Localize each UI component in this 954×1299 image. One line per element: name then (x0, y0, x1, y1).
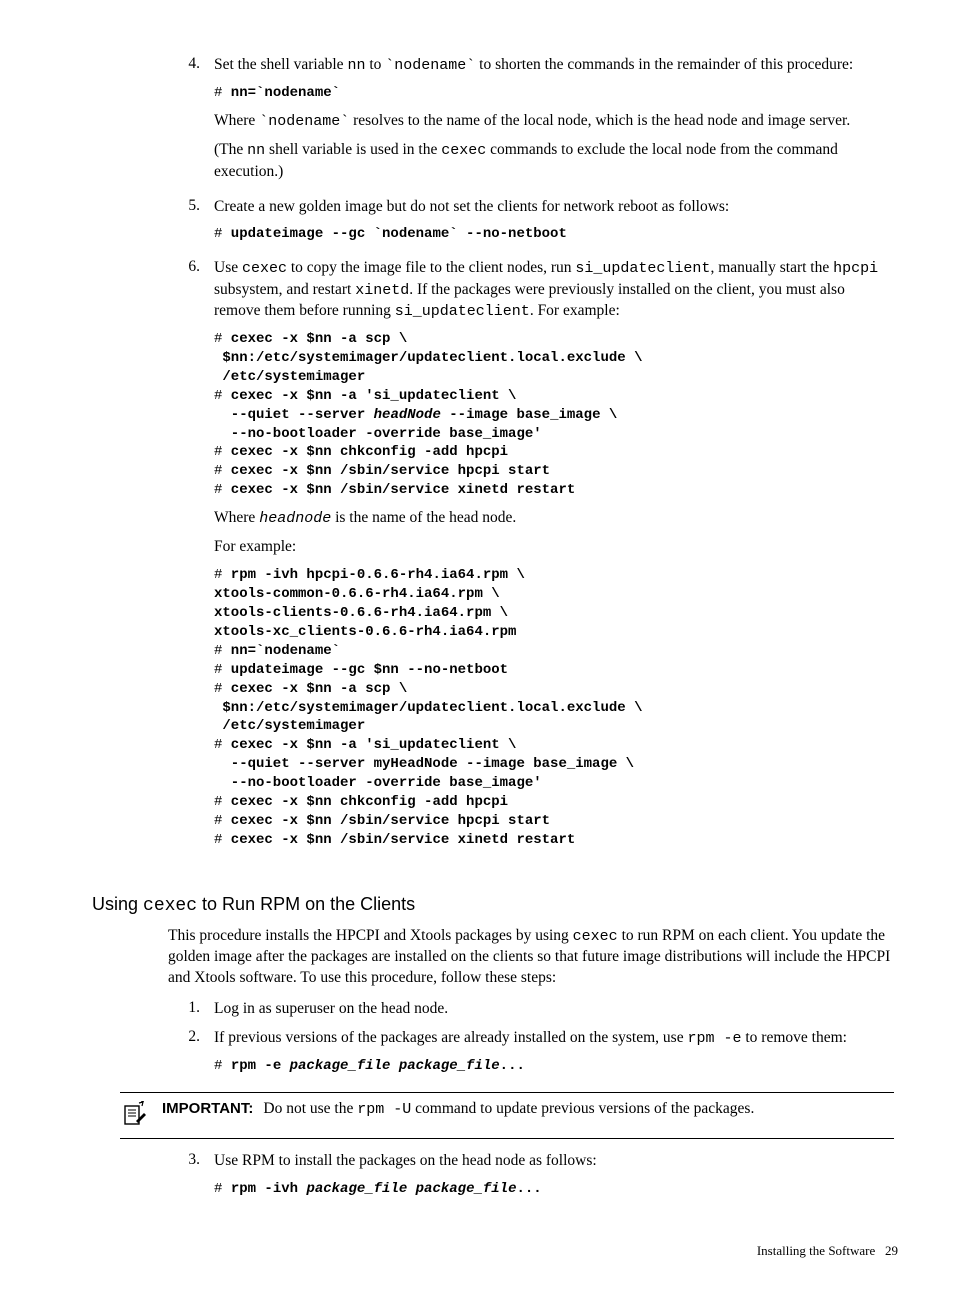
code: headnode (259, 510, 331, 527)
code: si_updateclient (395, 303, 530, 320)
heading-text: Using (92, 894, 143, 914)
code-cmd: rpm -ivh (231, 1181, 307, 1197)
text: to shorten the commands in the remainder… (475, 56, 853, 73)
code: si_updateclient (575, 260, 710, 277)
text: . For example: (530, 302, 620, 319)
code: rpm -U (357, 1101, 411, 1118)
step-body: Use cexec to copy the image file to the … (214, 258, 894, 857)
text: shell variable is used in the (265, 141, 441, 158)
step-body: Use RPM to install the packages on the h… (214, 1151, 894, 1207)
heading-code: cexec (143, 896, 197, 916)
code-cmd: nn=`nodename` (222, 85, 340, 101)
step-body: Set the shell variable nn to `nodename` … (214, 55, 894, 191)
code-block: # cexec -x $nn -a scp \ $nn:/etc/systemi… (214, 330, 894, 500)
code: cexec (441, 142, 486, 159)
text: Where (214, 509, 259, 526)
step-num: 6. (168, 258, 214, 857)
code-args: package_file package_file (306, 1181, 516, 1197)
text: resolves to the name of the local node, … (349, 112, 850, 129)
section-heading: Using cexec to Run RPM on the Clients (92, 894, 894, 916)
code: cexec (573, 928, 618, 945)
page-footer: Installing the Software 29 (60, 1243, 898, 1259)
step-2: 2. If previous versions of the packages … (168, 1028, 894, 1084)
code-prefix: # (214, 1058, 231, 1074)
heading-text: to Run RPM on the Clients (197, 894, 415, 914)
text: For example: (214, 537, 894, 558)
text: , manually start the (710, 259, 833, 276)
page-number: 29 (885, 1243, 898, 1258)
text: Do not use the (263, 1100, 357, 1117)
text: Set the shell variable (214, 56, 347, 73)
text: to copy the image file to the client nod… (287, 259, 575, 276)
code-block: # updateimage --gc `nodename` --no-netbo… (214, 225, 894, 244)
code: nn (347, 57, 365, 74)
text: Where (214, 112, 259, 129)
footer-label: Installing the Software (757, 1243, 875, 1258)
section-intro: This procedure installs the HPCPI and Xt… (168, 926, 894, 989)
step-1: 1. Log in as superuser on the head node. (168, 999, 894, 1022)
step-num: 2. (168, 1028, 214, 1084)
important-callout: IMPORTANT: Do not use the rpm -U command … (120, 1092, 894, 1139)
code: rpm -e (687, 1030, 741, 1047)
text: Use RPM to install the packages on the h… (214, 1151, 894, 1172)
code: hpcpi (833, 260, 878, 277)
code-prefix: # (214, 1181, 231, 1197)
text: subsystem, and restart (214, 281, 355, 298)
code-cmd: updateimage --gc `nodename` --no-netboot (222, 226, 566, 242)
text: Create a new golden image but do not set… (214, 197, 894, 218)
step-3: 3. Use RPM to install the packages on th… (168, 1151, 894, 1207)
text: to remove them: (741, 1029, 846, 1046)
code: `nodename` (385, 57, 475, 74)
step-6: 6. Use cexec to copy the image file to t… (168, 258, 894, 857)
text: This procedure installs the HPCPI and Xt… (168, 927, 573, 944)
code-block: # rpm -ivh package_file package_file... (214, 1180, 894, 1199)
step-body: Log in as superuser on the head node. (214, 999, 894, 1022)
important-icon (120, 1099, 162, 1132)
text: (The (214, 141, 247, 158)
code-block: # rpm -ivh hpcpi-0.6.6-rh4.ia64.rpm \ xt… (214, 566, 894, 849)
code-args: package_file package_file (290, 1058, 500, 1074)
code: `nodename` (259, 113, 349, 130)
code-cmd: rpm -e (231, 1058, 290, 1074)
step-body: If previous versions of the packages are… (214, 1028, 894, 1084)
step-num: 3. (168, 1151, 214, 1207)
code: cexec (242, 260, 287, 277)
code-suffix: ... (500, 1058, 525, 1074)
text: to (365, 56, 385, 73)
text: If previous versions of the packages are… (214, 1029, 687, 1046)
text: is the name of the head node. (331, 509, 516, 526)
step-5: 5. Create a new golden image but do not … (168, 197, 894, 253)
step-num: 1. (168, 999, 214, 1022)
code-block: # nn=`nodename` (214, 84, 894, 103)
text: Use (214, 259, 242, 276)
code: xinetd (355, 282, 409, 299)
code-block: # rpm -e package_file package_file... (214, 1057, 894, 1076)
step-num: 5. (168, 197, 214, 253)
code-suffix: ... (516, 1181, 541, 1197)
step-4: 4. Set the shell variable nn to `nodenam… (168, 55, 894, 191)
text: Log in as superuser on the head node. (214, 999, 894, 1020)
step-body: Create a new golden image but do not set… (214, 197, 894, 253)
step-num: 4. (168, 55, 214, 191)
text: command to update previous versions of t… (411, 1100, 754, 1117)
code: nn (247, 142, 265, 159)
important-label: IMPORTANT: (162, 1100, 253, 1117)
